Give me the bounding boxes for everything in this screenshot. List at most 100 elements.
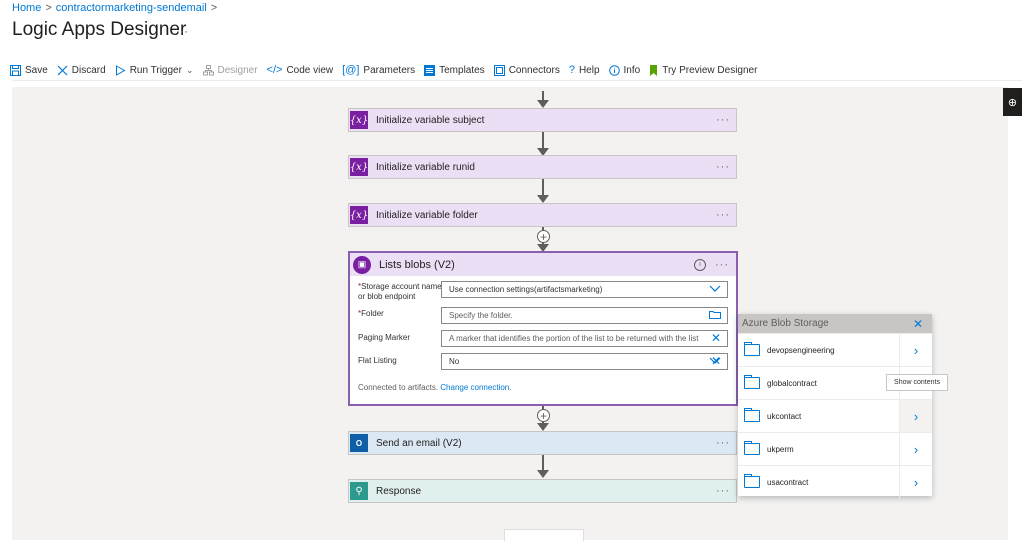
save-icon [10, 64, 21, 76]
step-more-button[interactable]: ··· [716, 437, 730, 449]
connector-arrow [542, 132, 544, 149]
insert-step-button[interactable]: + [537, 230, 550, 243]
connectors-button[interactable]: Connectors [493, 64, 560, 76]
response-icon: ⚲ [350, 482, 368, 500]
step-more-button[interactable]: ··· [715, 259, 729, 271]
folder-icon [744, 375, 760, 389]
paging-marker-label: Paging Marker [358, 333, 411, 342]
show-contents-tooltip: Show contents [886, 374, 948, 391]
paging-marker-input[interactable]: A marker that identifies the portion of … [441, 330, 728, 347]
step-more-button[interactable]: ··· [716, 114, 730, 126]
variable-icon: {x} [350, 111, 368, 129]
chevron-right-icon[interactable]: › [899, 399, 932, 433]
run-trigger-label: Run Trigger [129, 64, 182, 76]
variable-icon: {x} [350, 206, 368, 224]
connectors-label: Connectors [508, 64, 560, 76]
step-response[interactable]: ⚲ Response ··· [348, 479, 737, 503]
flat-listing-select[interactable]: No [441, 353, 728, 370]
breadcrumb-resource-link[interactable]: contractormarketing-sendemail [56, 2, 207, 14]
step-title: Send an email (V2) [376, 437, 462, 449]
step-more-button[interactable]: ··· [716, 209, 730, 221]
step-initialize-variable-folder[interactable]: {x} Initialize variable folder ··· [348, 203, 737, 227]
close-icon[interactable]: ✕ [913, 317, 923, 331]
info-button[interactable]: Info [608, 64, 641, 76]
help-button[interactable]: ? Help [569, 64, 600, 76]
breadcrumb-home-link[interactable]: Home [12, 2, 41, 14]
storage-account-select[interactable]: Use connection settings(artifactsmarketi… [441, 281, 728, 298]
code-view-button[interactable]: </> Code view [267, 64, 334, 76]
folder-item[interactable]: ukperm › [738, 432, 932, 466]
flat-listing-value: No [449, 357, 460, 366]
step-send-an-email[interactable]: O Send an email (V2) ··· [348, 431, 737, 455]
templates-button[interactable]: Templates [424, 64, 485, 76]
remove-flat-listing-icon[interactable]: ✕ [711, 354, 721, 368]
step-title: Lists blobs (V2) [379, 258, 455, 271]
chevron-right-icon[interactable]: › [899, 465, 932, 499]
info-label: Info [623, 64, 641, 76]
parameters-button[interactable]: [@] Parameters [342, 64, 415, 76]
remove-paging-marker-icon[interactable]: ✕ [711, 331, 721, 345]
step-more-button[interactable]: ··· [716, 485, 730, 497]
folder-label-text: Folder [361, 309, 384, 318]
connectors-icon [493, 64, 505, 76]
help-label: Help [578, 64, 600, 76]
step-initialize-variable-subject[interactable]: {x} Initialize variable subject ··· [348, 108, 737, 132]
picker-title: Azure Blob Storage [742, 318, 829, 329]
paging-placeholder: A marker that identifies the portion of … [449, 334, 699, 343]
variable-icon: {x} [350, 158, 368, 176]
folder-item[interactable]: usacontract › [738, 465, 932, 499]
folder-picker-icon[interactable] [709, 310, 721, 322]
folder-picker-panel: Azure Blob Storage ✕ devopsengineering ›… [738, 314, 932, 499]
arrowhead [537, 195, 549, 203]
code-icon: </> [266, 64, 283, 76]
storage-account-value: Use connection settings(artifactsmarketi… [449, 285, 603, 294]
run-trigger-button[interactable]: Run Trigger ⌄ [115, 65, 194, 76]
save-button[interactable]: Save [10, 64, 48, 76]
folder-item[interactable]: ukcontact › [738, 399, 932, 433]
breadcrumb: Home > contractormarketing-sendemail > [12, 2, 221, 14]
connector-arrow [542, 455, 544, 471]
connection-info: Connected to artifacts. Change connectio… [358, 383, 511, 392]
folder-placeholder: Specify the folder. [449, 311, 513, 320]
templates-icon [424, 64, 436, 76]
info-icon [608, 64, 620, 76]
step-initialize-variable-runid[interactable]: {x} Initialize variable runid ··· [348, 155, 737, 179]
designer-button[interactable]: Designer [202, 64, 258, 76]
code-view-label: Code view [286, 64, 334, 76]
save-label: Save [25, 64, 48, 76]
step-header[interactable]: ▣ Lists blobs (V2) i ··· [350, 253, 736, 276]
step-lists-blobs[interactable]: ▣ Lists blobs (V2) i ··· *Storage accoun… [348, 251, 738, 406]
change-connection-link[interactable]: Change connection. [440, 383, 511, 392]
step-title: Initialize variable runid [376, 161, 475, 173]
page-more-button[interactable]: ··· [176, 24, 188, 38]
info-icon[interactable]: i [694, 258, 706, 271]
storage-label-line1: Storage account name [361, 282, 442, 291]
picker-header: Azure Blob Storage ✕ [738, 314, 932, 333]
templates-label: Templates [439, 64, 485, 76]
folder-icon [744, 474, 760, 488]
outlook-icon: O [350, 434, 368, 452]
discard-label: Discard [71, 64, 106, 76]
step-title: Initialize variable folder [376, 209, 478, 221]
zoom-icon[interactable]: ⊕ [1003, 88, 1022, 116]
step-more-button[interactable]: ··· [716, 161, 730, 173]
folder-icon [744, 342, 760, 356]
step-title: Response [376, 485, 422, 497]
breadcrumb-separator: > [210, 2, 218, 14]
insert-step-button[interactable]: + [537, 409, 550, 422]
chevron-right-icon[interactable]: › [899, 333, 932, 367]
arrowhead [537, 470, 549, 478]
connected-text: Connected to artifacts. [358, 383, 439, 392]
folder-name: ukperm [767, 444, 794, 454]
bookmark-icon [649, 64, 658, 76]
help-icon: ? [568, 64, 575, 76]
designer-label: Designer [217, 64, 258, 76]
folder-input[interactable]: Specify the folder. [441, 307, 728, 324]
folder-item[interactable]: devopsengineering › [738, 333, 932, 367]
discard-button[interactable]: Discard [57, 65, 106, 76]
try-preview-designer-button[interactable]: Try Preview Designer [649, 64, 757, 76]
connector-arrow [542, 179, 544, 196]
blob-storage-icon: ▣ [353, 255, 371, 274]
chevron-right-icon[interactable]: › [899, 432, 932, 466]
chevron-down-icon: ⌄ [185, 64, 194, 75]
